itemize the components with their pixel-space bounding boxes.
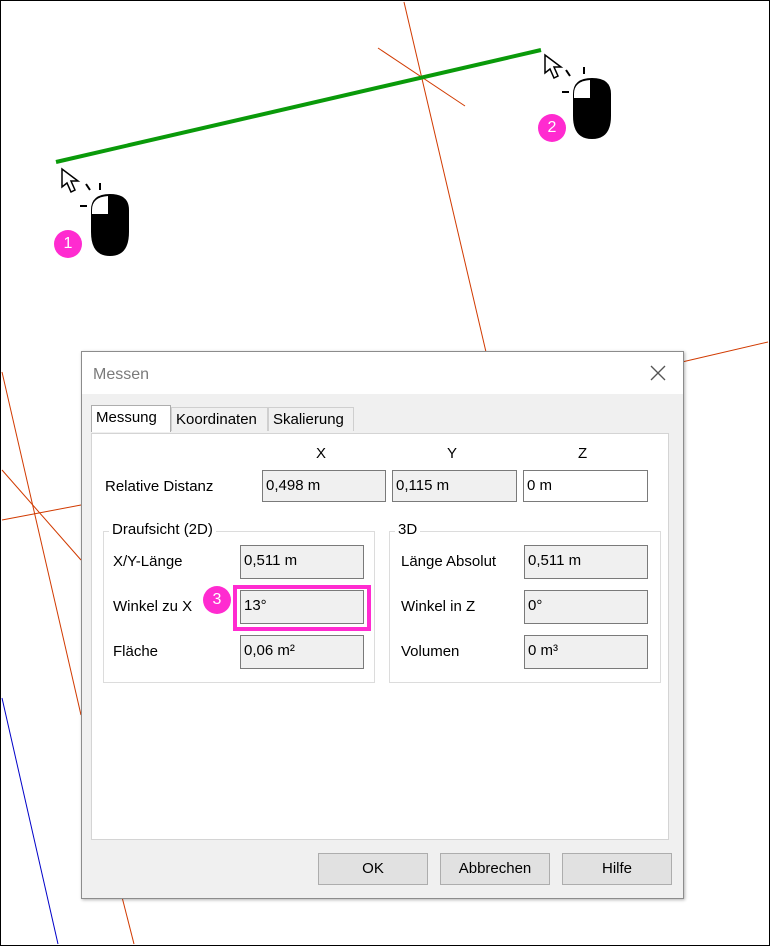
area-label: Fläche <box>113 643 159 660</box>
click-tick <box>565 69 571 77</box>
column-header-y: Y <box>447 445 458 462</box>
cancel-button[interactable]: Abbrechen <box>440 853 550 885</box>
relative-x-field[interactable]: 0,498 m <box>262 470 386 502</box>
relative-y-field[interactable]: 0,115 m <box>392 470 517 502</box>
ok-button[interactable]: OK <box>318 853 428 885</box>
dialog-title: Messen <box>93 366 150 383</box>
angle-to-x-label: Winkel zu X <box>113 598 193 615</box>
grid-line <box>1 371 82 716</box>
column-header-x: X <box>316 445 327 462</box>
close-icon[interactable] <box>647 362 669 384</box>
absolute-length-label: Länge Absolut <box>401 553 497 570</box>
relative-z-field[interactable]: 0 m <box>523 470 648 502</box>
xy-length-label: X/Y-Länge <box>113 553 183 570</box>
plan-view-group-title: Draufsicht (2D) <box>109 521 216 538</box>
step-badge-2: 2 <box>538 114 566 142</box>
help-button[interactable]: Hilfe <box>562 853 672 885</box>
tab-skalierung[interactable]: Skalierung <box>268 407 354 431</box>
grid-line <box>681 341 769 363</box>
cursor-arrow-icon <box>544 53 564 80</box>
cursor-arrow-icon <box>61 167 81 194</box>
grid-line <box>1 504 82 521</box>
measure-dialog: Messen Messung Koordinaten Skalierung X … <box>81 351 684 899</box>
dialog-titlebar[interactable]: Messen <box>82 352 683 394</box>
xy-length-field[interactable]: 0,511 m <box>240 545 364 579</box>
angle-in-z-field[interactable]: 0° <box>524 590 648 624</box>
tab-messung[interactable]: Messung <box>91 405 171 432</box>
volume-label: Volumen <box>401 643 460 660</box>
measure-line[interactable] <box>55 48 542 164</box>
blue-axis-line <box>1 697 59 945</box>
click-tick <box>85 183 91 191</box>
absolute-length-field[interactable]: 0,511 m <box>524 545 648 579</box>
3d-group-title: 3D <box>395 521 421 538</box>
angle-in-z-label: Winkel in Z <box>401 598 476 615</box>
step-badge-1: 1 <box>54 230 82 258</box>
highlight-box <box>233 585 371 631</box>
tab-koordinaten[interactable]: Koordinaten <box>171 407 268 431</box>
column-header-z: Z <box>578 445 588 462</box>
grid-line <box>121 896 135 945</box>
volume-field[interactable]: 0 m³ <box>524 635 648 669</box>
area-field[interactable]: 0,06 m² <box>240 635 364 669</box>
mouse-left-button-icon <box>92 196 108 214</box>
tab-panel-messung: X Y Z Relative Distanz 0,498 m 0,115 m 0… <box>91 433 669 840</box>
step-badge-3: 3 <box>203 586 231 614</box>
grid-line <box>1 469 82 561</box>
mouse-left-button-icon <box>574 80 590 98</box>
relative-distance-label: Relative Distanz <box>105 478 214 495</box>
grid-line <box>403 1 487 353</box>
